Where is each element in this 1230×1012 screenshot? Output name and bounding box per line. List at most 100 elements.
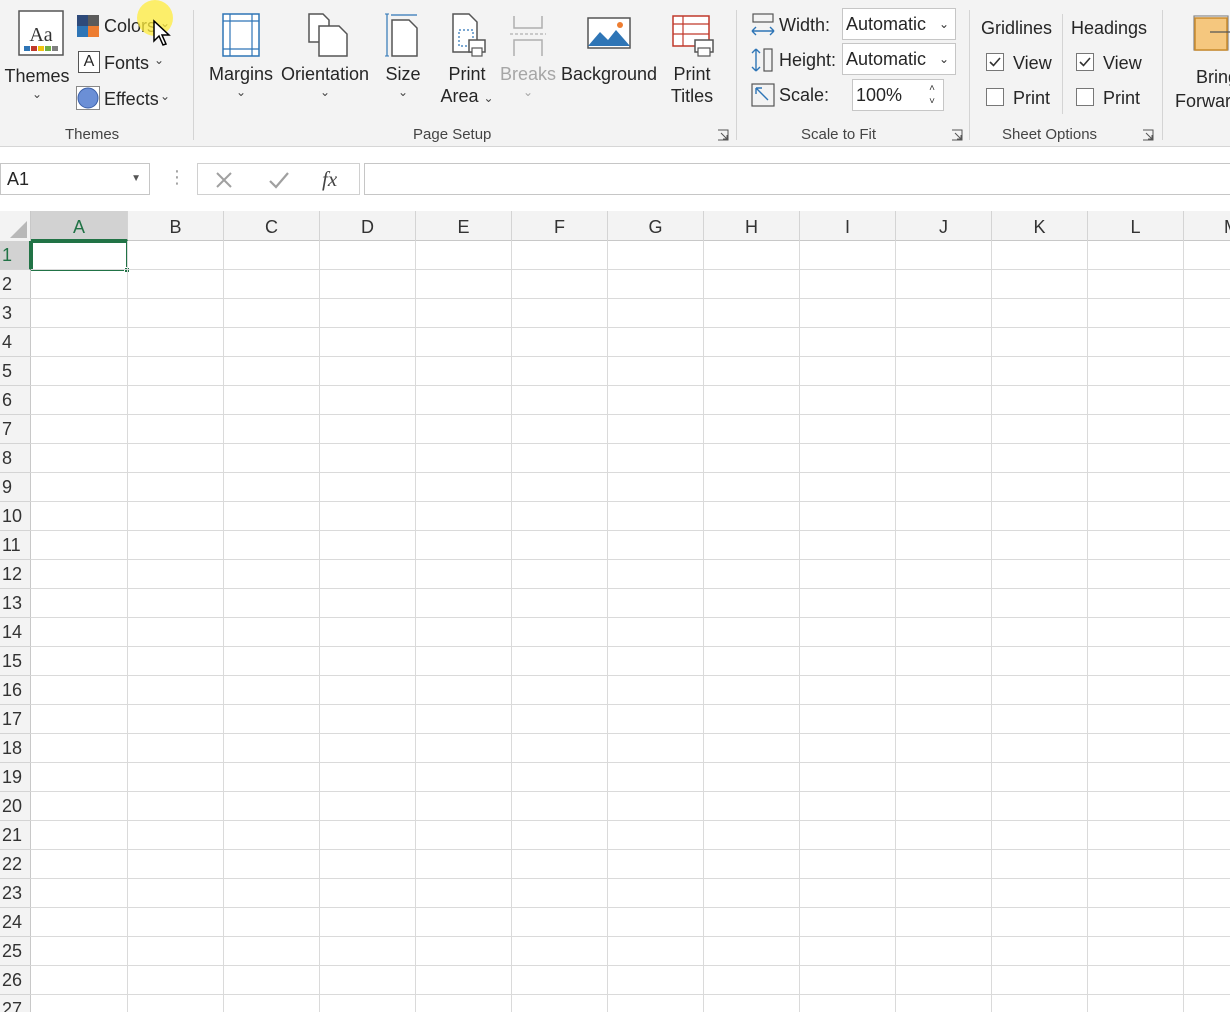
gridlines-view-checkbox[interactable] <box>986 53 1004 71</box>
width-dropdown[interactable]: Automatic ⌄ <box>842 8 956 40</box>
row-header[interactable]: 16 <box>0 676 31 705</box>
headings-view-checkbox[interactable] <box>1076 53 1094 71</box>
breaks-button[interactable]: Breaks ⌄ <box>500 8 556 99</box>
column-header[interactable]: D <box>320 211 416 241</box>
row-header[interactable]: 7 <box>0 415 31 444</box>
width-label: Width: <box>779 15 831 35</box>
column-header[interactable]: E <box>416 211 512 241</box>
column-header[interactable]: F <box>512 211 608 241</box>
margins-icon <box>222 13 260 57</box>
scale-spinner[interactable]: 100% ˄ ˅ <box>852 79 944 111</box>
sheet-options-dialog-launcher-icon[interactable] <box>1142 129 1154 141</box>
row-gridline <box>31 704 1230 705</box>
fonts-label: Fonts <box>104 53 150 73</box>
row-header[interactable]: 5 <box>0 357 31 386</box>
formula-input[interactable] <box>364 163 1230 195</box>
row-header[interactable]: 20 <box>0 792 31 821</box>
gridlines-print-checkbox[interactable] <box>986 88 1004 106</box>
spin-down-icon[interactable]: ˅ <box>929 97 935 107</box>
column-header[interactable]: B <box>128 211 224 241</box>
height-dropdown[interactable]: Automatic ⌄ <box>842 43 956 75</box>
cell-area[interactable] <box>31 241 1230 1012</box>
size-button[interactable]: Size ⌄ <box>380 8 426 99</box>
column-header[interactable]: L <box>1088 211 1184 241</box>
row-header[interactable]: 24 <box>0 908 31 937</box>
orientation-button[interactable]: Orientation ⌄ <box>278 8 372 99</box>
row-header[interactable]: 9 <box>0 473 31 502</box>
row-gridline <box>31 356 1230 357</box>
scale-icon <box>751 83 775 107</box>
row-gridline <box>31 646 1230 647</box>
row-header[interactable]: 3 <box>0 299 31 328</box>
column-header[interactable]: H <box>704 211 800 241</box>
gridlines-print-label: Print <box>1013 88 1051 108</box>
row-header[interactable]: 14 <box>0 618 31 647</box>
column-header[interactable]: C <box>224 211 320 241</box>
row-header[interactable]: 26 <box>0 966 31 995</box>
row-header[interactable]: 10 <box>0 502 31 531</box>
row-header[interactable]: 12 <box>0 560 31 589</box>
row-header[interactable]: 2 <box>0 270 31 299</box>
row-gridline <box>31 472 1230 473</box>
margins-label: Margins <box>208 64 274 84</box>
chevron-down-icon: ⌄ <box>235 85 247 99</box>
insert-function-icon[interactable]: fx <box>322 167 337 192</box>
scale-to-fit-dialog-launcher-icon[interactable] <box>951 129 963 141</box>
print-titles-button[interactable]: Print Titles <box>664 8 720 107</box>
enter-icon[interactable] <box>268 170 290 190</box>
name-box-value: A1 <box>7 169 30 189</box>
chevron-down-icon: ⌄ <box>938 17 949 31</box>
chevron-down-icon: ⌄ <box>160 89 171 103</box>
chevron-down-icon: ⌄ <box>319 85 331 99</box>
background-button[interactable]: Background <box>560 8 658 85</box>
row-gridline <box>31 762 1230 763</box>
fonts-icon: A <box>78 51 100 73</box>
row-header[interactable]: 23 <box>0 879 31 908</box>
row-gridline <box>31 269 1230 270</box>
row-header[interactable]: 27 <box>0 995 31 1012</box>
row-header[interactable]: 21 <box>0 821 31 850</box>
themes-button[interactable]: Aa Themes ⌄ <box>4 8 70 101</box>
column-header[interactable]: K <box>992 211 1088 241</box>
row-header[interactable]: 1 <box>0 241 31 270</box>
column-header[interactable]: G <box>608 211 704 241</box>
chevron-down-icon: ▼ <box>131 173 141 184</box>
fonts-button[interactable]: A Fonts ⌄ <box>76 50 176 76</box>
bring-forward-button[interactable]: Bring Forward <box>1172 8 1230 118</box>
effects-button[interactable]: Effects ⌄ <box>76 86 176 112</box>
page-setup-dialog-launcher-icon[interactable] <box>717 129 729 141</box>
row-header[interactable]: 6 <box>0 386 31 415</box>
row-header[interactable]: 17 <box>0 705 31 734</box>
spin-up-icon[interactable]: ˄ <box>929 84 935 94</box>
group-separator <box>736 10 737 140</box>
row-header[interactable]: 18 <box>0 734 31 763</box>
row-header[interactable]: 15 <box>0 647 31 676</box>
row-header[interactable]: 4 <box>0 328 31 357</box>
cancel-icon[interactable] <box>214 170 234 190</box>
margins-button[interactable]: Margins ⌄ <box>206 8 276 99</box>
headings-print-checkbox[interactable] <box>1076 88 1094 106</box>
row-gridline <box>31 385 1230 386</box>
row-header[interactable]: 13 <box>0 589 31 618</box>
breaks-icon <box>510 16 546 56</box>
effects-label: Effects <box>104 89 159 109</box>
row-header[interactable]: 22 <box>0 850 31 879</box>
print-area-button[interactable]: Print Area ⌄ <box>436 8 498 109</box>
selected-cell[interactable] <box>31 241 130 273</box>
row-header[interactable]: 25 <box>0 937 31 966</box>
row-gridline <box>31 936 1230 937</box>
row-header[interactable]: 11 <box>0 531 31 560</box>
column-header[interactable]: J <box>896 211 992 241</box>
column-header[interactable]: A <box>31 211 128 241</box>
row-header[interactable]: 8 <box>0 444 31 473</box>
column-header[interactable]: M <box>1184 211 1230 241</box>
name-box[interactable]: A1 ▼ <box>0 163 150 195</box>
more-options-icon[interactable]: ⋮ <box>168 167 186 188</box>
headings-label: Headings <box>1071 18 1148 38</box>
column-header[interactable]: I <box>800 211 896 241</box>
select-all-corner[interactable] <box>0 211 31 241</box>
chevron-down-icon: ⌄ <box>154 53 165 67</box>
themes-group-label: Themes <box>65 126 120 143</box>
background-icon <box>587 17 631 49</box>
row-header[interactable]: 19 <box>0 763 31 792</box>
